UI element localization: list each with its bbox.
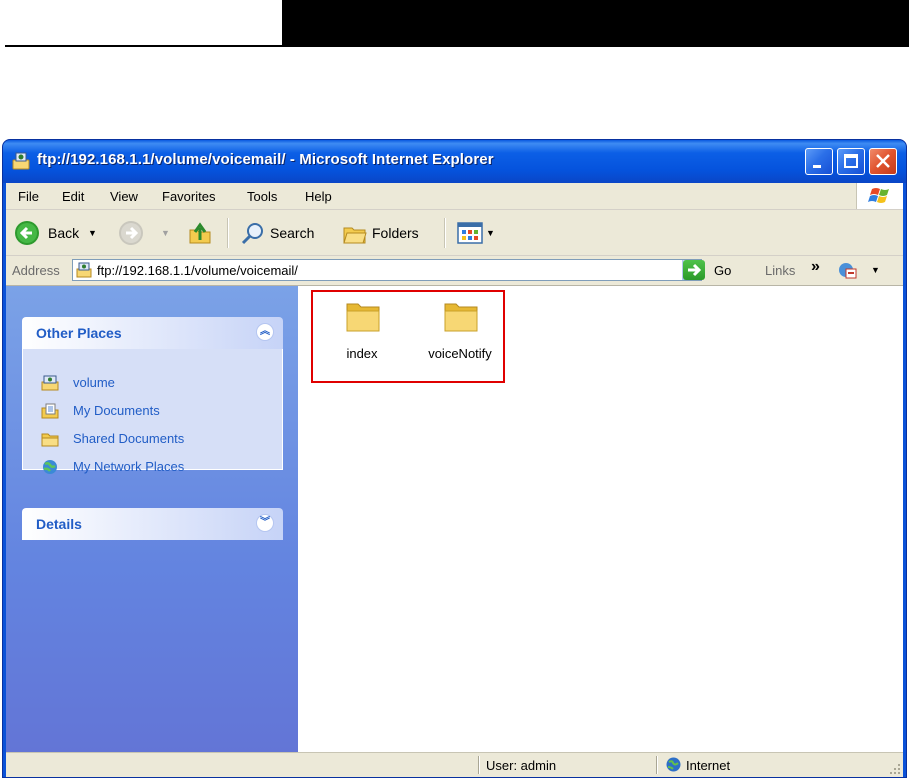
links-label[interactable]: Links: [765, 263, 795, 278]
ftp-folder-icon: [12, 152, 30, 170]
content-area: Other Places ︽ volume My Documents Share…: [6, 286, 903, 753]
windows-logo: [856, 183, 903, 209]
collapse-icon[interactable]: ︽: [256, 323, 274, 341]
address-value[interactable]: ftp://192.168.1.1/volume/voicemail/: [97, 263, 298, 278]
status-separator: [656, 756, 657, 774]
place-label[interactable]: Shared Documents: [73, 431, 184, 446]
status-bar: User: admin Internet: [6, 752, 903, 777]
status-separator: [478, 756, 479, 774]
place-label[interactable]: My Documents: [73, 403, 160, 418]
folders-button-label[interactable]: Folders: [372, 225, 419, 241]
menu-favorites[interactable]: Favorites: [162, 189, 215, 204]
internet-globe-icon: [666, 757, 681, 772]
forward-arrow-icon[interactable]: [118, 220, 144, 246]
my-documents-icon: [41, 403, 59, 419]
go-arrow-icon: [688, 263, 702, 277]
close-button[interactable]: [869, 148, 897, 175]
ftp-folder-icon: [41, 375, 59, 391]
other-places-panel: volume My Documents Shared Documents My …: [22, 349, 283, 474]
menu-help[interactable]: Help: [305, 189, 332, 204]
folder-icon: [41, 433, 59, 447]
file-item-index[interactable]: index: [317, 296, 407, 376]
views-dropdown-icon[interactable]: ▼: [486, 228, 495, 238]
address-label: Address: [12, 263, 60, 278]
ftp-folder-icon: [76, 262, 92, 278]
other-places-header[interactable]: Other Places ︽: [22, 317, 283, 349]
menu-edit[interactable]: Edit: [62, 189, 84, 204]
back-arrow-icon[interactable]: [14, 220, 40, 246]
go-button[interactable]: [683, 260, 705, 280]
document-header-band: [282, 0, 909, 47]
search-icon[interactable]: [240, 221, 266, 247]
details-header[interactable]: Details ︾: [22, 508, 283, 540]
standard-toolbar: Back ▼ ▼ Search Folders ▼: [6, 210, 903, 256]
document-rule-line: [5, 45, 282, 47]
back-dropdown-icon[interactable]: ▼: [88, 228, 97, 238]
forward-dropdown-icon[interactable]: ▼: [161, 228, 170, 238]
maximize-button[interactable]: [837, 148, 865, 175]
menu-bar: File Edit View Favorites Tools Help: [6, 183, 903, 210]
close-icon: [876, 154, 890, 168]
up-folder-icon[interactable]: [187, 220, 213, 246]
expand-icon[interactable]: ︾: [256, 514, 274, 532]
go-button-label[interactable]: Go: [714, 263, 731, 278]
status-user: User: admin: [486, 758, 557, 773]
toolbar-separator: [227, 218, 228, 248]
back-button-label[interactable]: Back: [48, 225, 79, 241]
folder-icon: [444, 303, 478, 332]
folders-icon[interactable]: [342, 222, 368, 246]
resize-grip-icon[interactable]: [889, 763, 901, 775]
menu-view[interactable]: View: [110, 189, 138, 204]
window-client: File Edit View Favorites Tools Help Back…: [6, 183, 903, 777]
place-label[interactable]: volume: [73, 375, 115, 390]
menu-file[interactable]: File: [18, 189, 39, 204]
views-icon[interactable]: [457, 222, 483, 244]
search-button-label[interactable]: Search: [270, 225, 314, 241]
file-item-voicenotify[interactable]: voiceNotify: [415, 296, 505, 376]
windows-flag-icon: [868, 188, 889, 203]
folder-icon: [346, 303, 380, 332]
network-places-icon: [43, 460, 57, 474]
links-chevron-icon[interactable]: »: [811, 258, 820, 276]
minimize-button[interactable]: [805, 148, 833, 175]
address-bar: Address ftp://192.168.1.1/volume/voicema…: [6, 256, 903, 286]
status-zone: Internet: [686, 758, 731, 773]
maximize-icon: [844, 154, 858, 168]
file-name[interactable]: voiceNotify: [415, 346, 505, 361]
address-input[interactable]: ftp://192.168.1.1/volume/voicemail/: [72, 259, 702, 281]
details-title[interactable]: Details: [36, 516, 82, 532]
other-places-title[interactable]: Other Places: [36, 325, 122, 341]
window-title: ftp://192.168.1.1/volume/voicemail/ - Mi…: [37, 151, 494, 168]
file-list-area: index voiceNotify: [298, 286, 903, 753]
place-label[interactable]: My Network Places: [73, 459, 184, 474]
title-bar[interactable]: ftp://192.168.1.1/volume/voicemail/ - Mi…: [3, 140, 906, 183]
menu-tools[interactable]: Tools: [247, 189, 277, 204]
toolbar-separator: [444, 218, 445, 248]
task-pane: Other Places ︽ volume My Documents Share…: [6, 286, 298, 753]
ie-window: ftp://192.168.1.1/volume/voicemail/ - Mi…: [3, 140, 906, 777]
ie-dropdown-icon[interactable]: ▼: [871, 265, 880, 275]
internet-explorer-icon[interactable]: [837, 261, 857, 279]
minimize-icon: [813, 165, 821, 168]
file-name[interactable]: index: [317, 346, 407, 361]
